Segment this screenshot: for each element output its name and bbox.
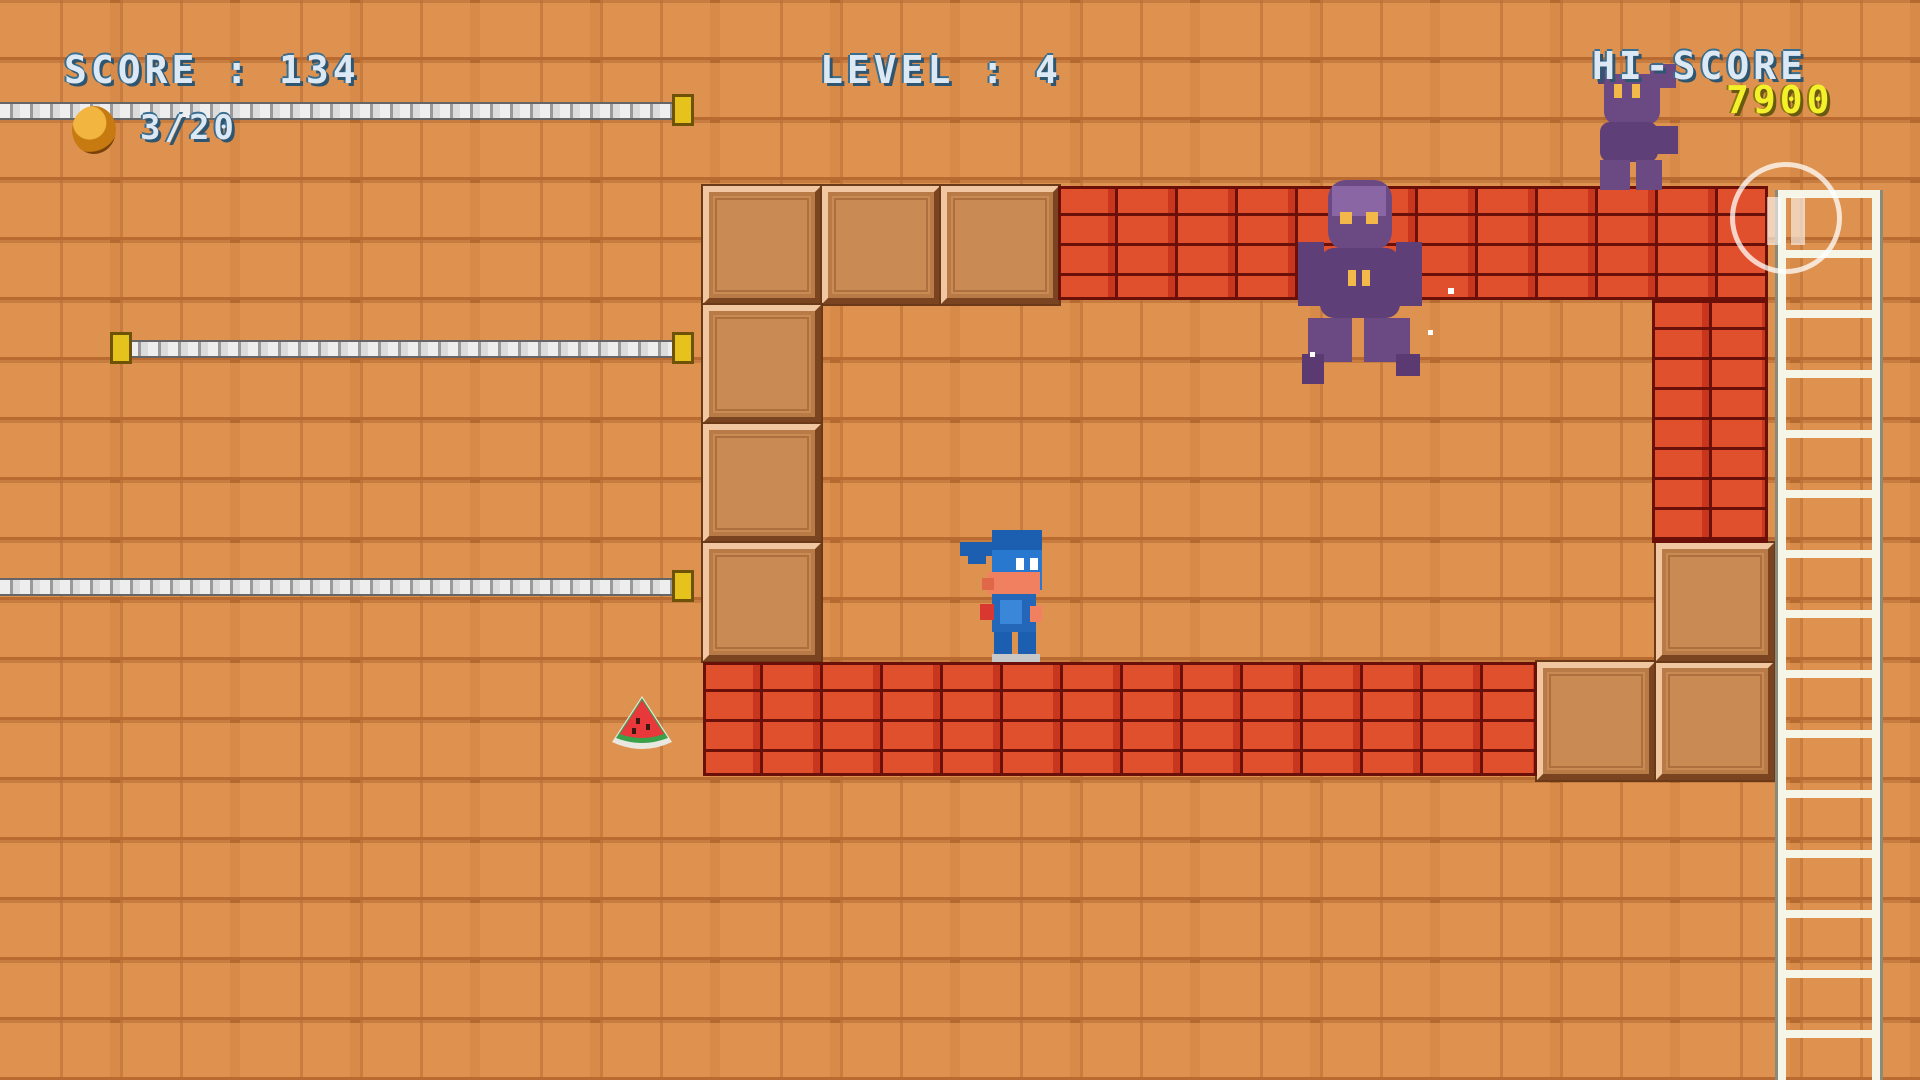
watermelon-slice[interactable] [608,692,676,754]
wood-block [941,186,1059,304]
ninja-player [958,528,1058,662]
player-sprite [960,530,1042,662]
red-brick-wall [1652,300,1768,543]
sparkle [1310,352,1315,357]
pause-icon [1767,197,1781,245]
rope-middle[interactable] [128,340,672,358]
wood-block [703,543,821,661]
wood-block [703,424,821,542]
rope-peg [672,570,694,602]
score-label: SCORE : 134 [64,48,360,92]
wood-block [1537,662,1655,780]
watermelon-icon [612,696,672,749]
rope-peg [672,94,694,126]
ladder[interactable] [1778,190,1880,1080]
sparkle [1448,288,1454,294]
pause-icon-bar [1791,197,1805,245]
coin-icon [72,106,116,154]
rope-peg [110,332,132,364]
wood-block [703,305,821,423]
wood-block [1656,543,1774,661]
wood-block [822,186,940,304]
wood-block [703,186,821,304]
wood-block [1656,662,1774,780]
sparkle [1428,330,1433,335]
level-label: LEVEL : 4 [820,48,1062,92]
pause-button[interactable] [1730,162,1842,274]
red-brick-floor [703,662,1537,776]
coin-counter: 3/20 [140,108,238,148]
rope-peg [672,332,694,364]
rope-bottom[interactable] [0,578,672,596]
hi-score-value: 7900 [1726,78,1834,122]
